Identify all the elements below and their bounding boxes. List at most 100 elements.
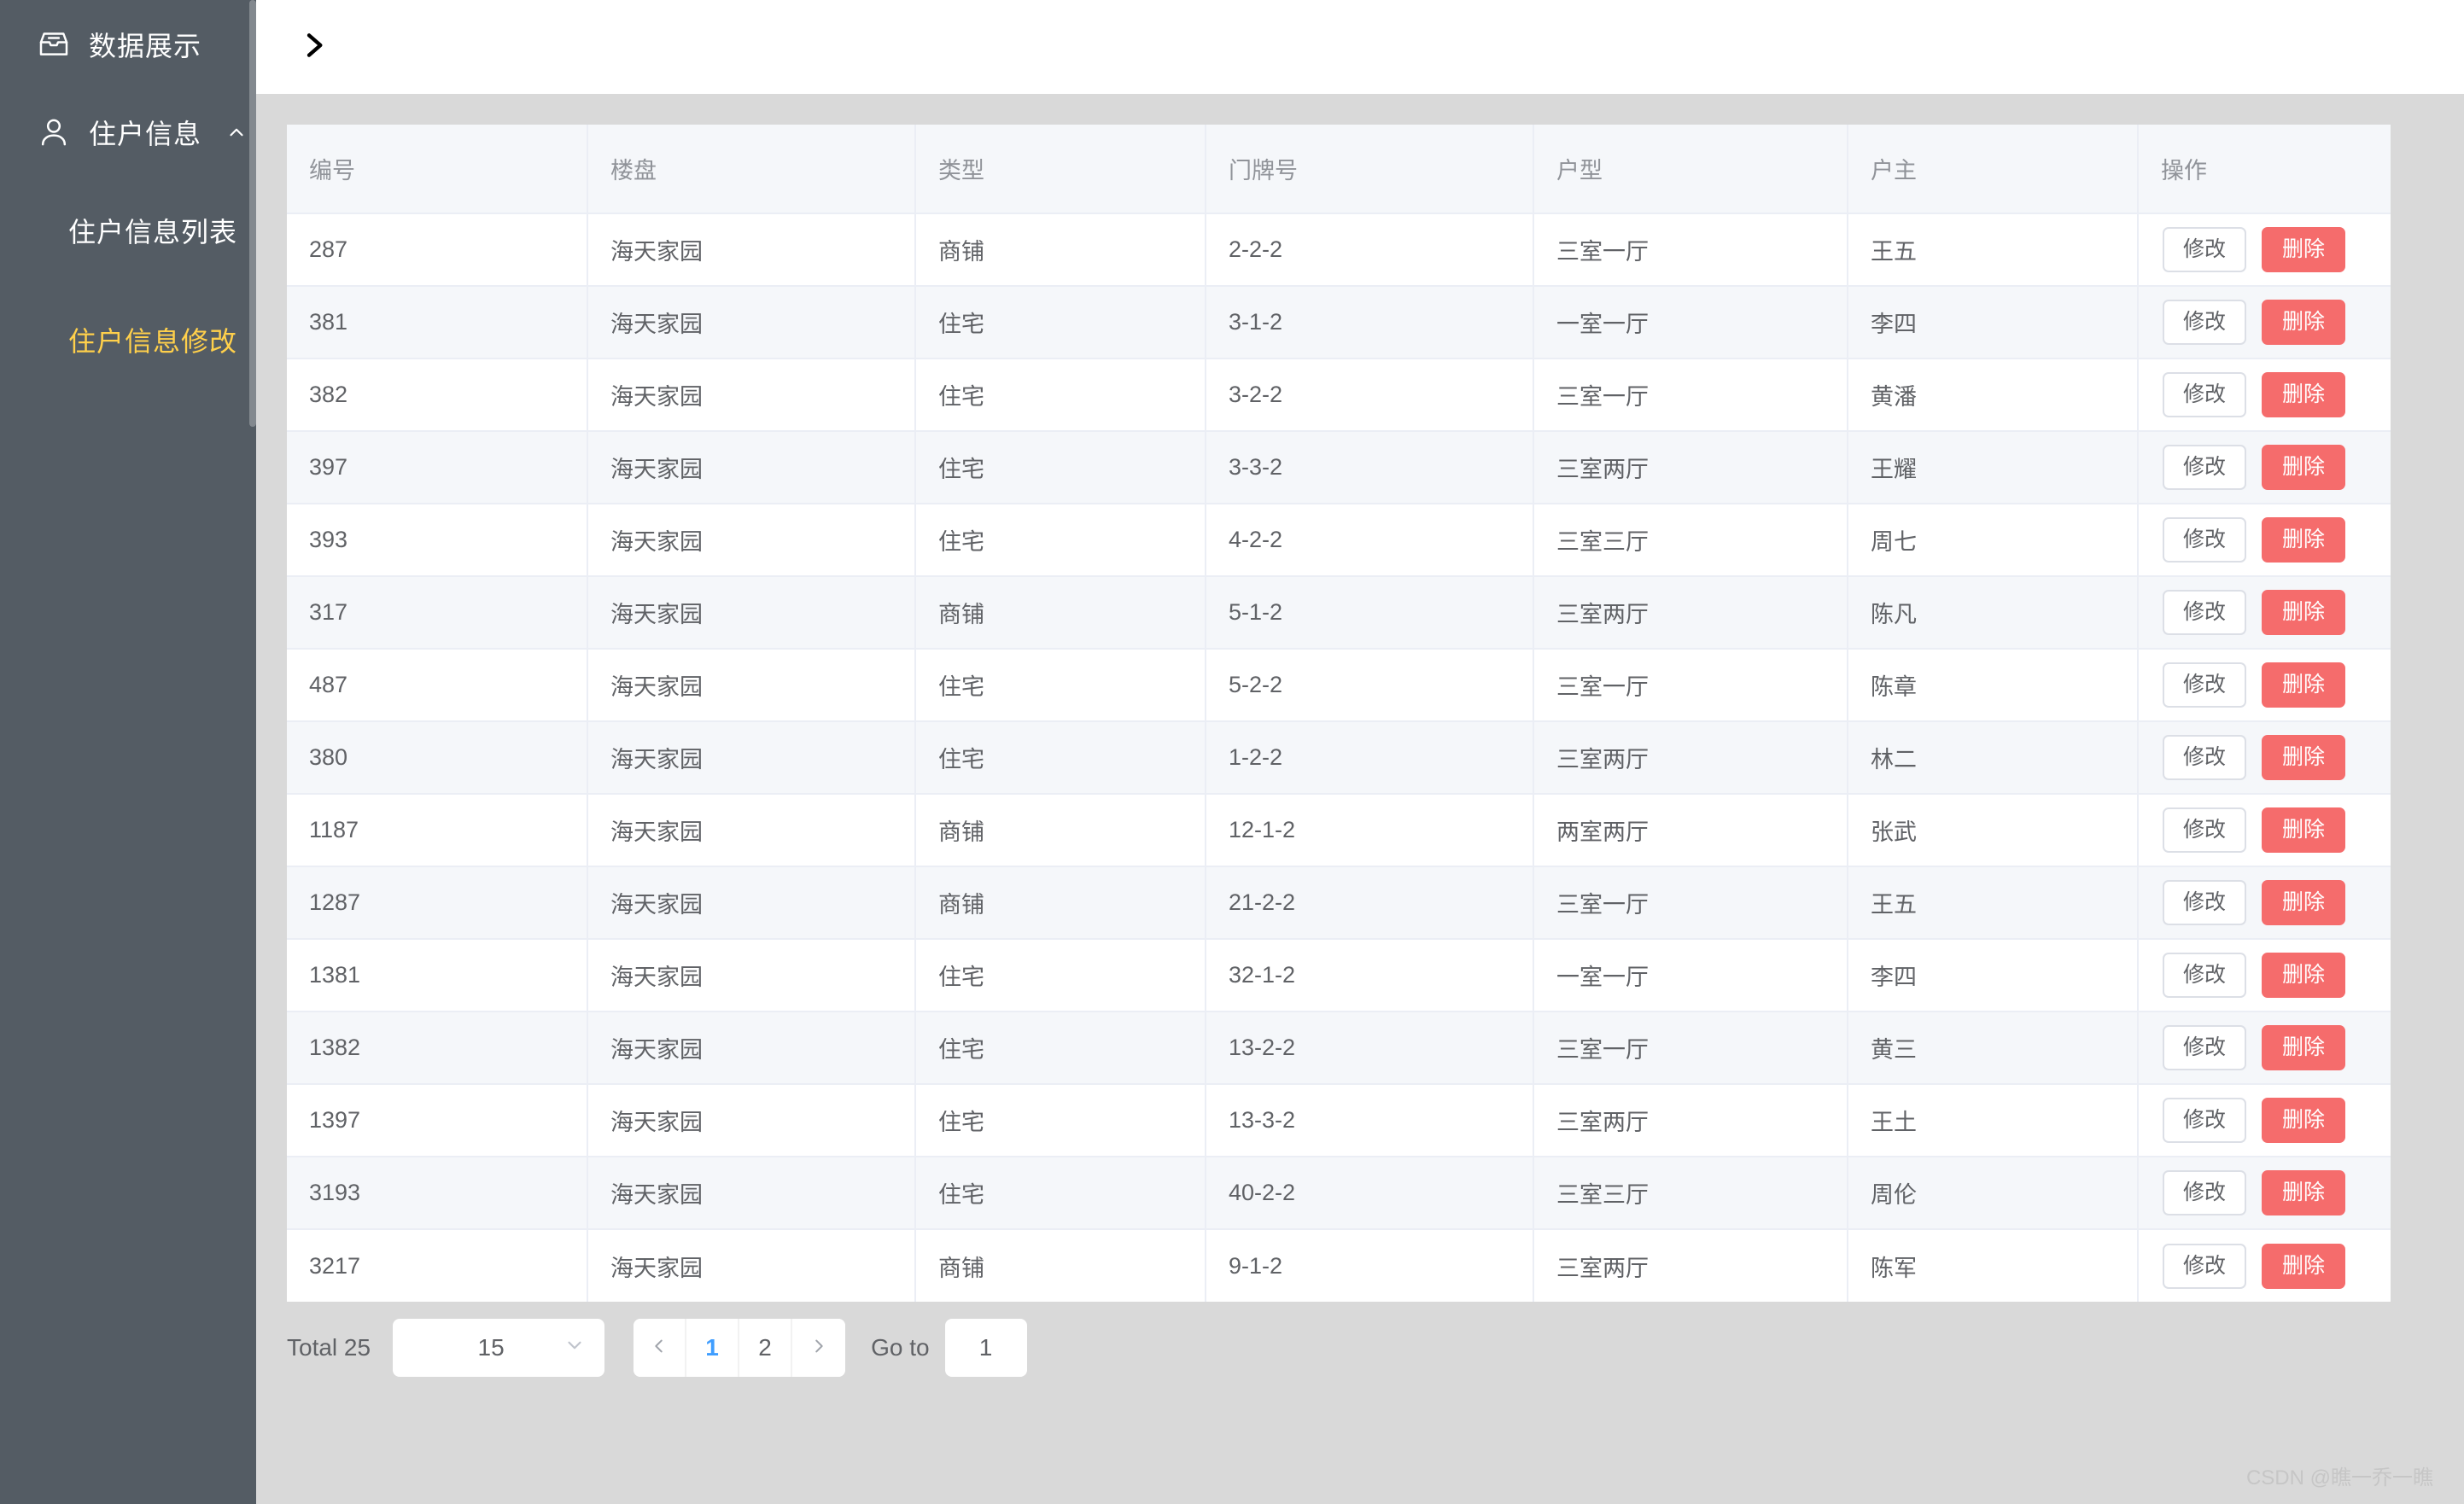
main-area: 编号 楼盘 类型 门牌号 户型 户主 操作 287 海天家园 商铺 2-2-2 三室一厅… bbox=[256, 0, 2464, 1504]
row-action-group: 修改 删除 bbox=[2161, 300, 2391, 345]
table-row[interactable]: 382 海天家园 住宅 3-2-2 三室一厅 黄潘 修改 删除 bbox=[287, 359, 2391, 432]
cell-owner: 周七 bbox=[1848, 504, 2139, 577]
pager-page-2[interactable]: 2 bbox=[739, 1319, 793, 1377]
edit-button[interactable]: 修改 bbox=[2163, 953, 2247, 998]
cell-estate: 海天家园 bbox=[587, 213, 916, 287]
pager-page-1[interactable]: 1 bbox=[686, 1319, 740, 1377]
table-row[interactable]: 287 海天家园 商铺 2-2-2 三室一厅 王五 修改 删除 bbox=[287, 213, 2391, 287]
delete-button[interactable]: 删除 bbox=[2262, 807, 2346, 853]
cell-door: 1-2-2 bbox=[1206, 721, 1534, 795]
delete-button[interactable]: 删除 bbox=[2262, 1243, 2346, 1289]
cell-id: 397 bbox=[287, 431, 588, 504]
delete-button[interactable]: 删除 bbox=[2262, 590, 2346, 635]
cell-layout: 三室一厅 bbox=[1533, 866, 1848, 940]
delete-button[interactable]: 删除 bbox=[2262, 372, 2346, 417]
column-header-layout[interactable]: 户型 bbox=[1533, 125, 1848, 214]
delete-button[interactable]: 删除 bbox=[2262, 227, 2346, 272]
delete-button[interactable]: 删除 bbox=[2262, 662, 2346, 708]
column-header-door[interactable]: 门牌号 bbox=[1206, 125, 1534, 214]
pager-next-button[interactable] bbox=[792, 1319, 846, 1377]
column-header-estate[interactable]: 楼盘 bbox=[587, 125, 916, 214]
table-row[interactable]: 1381 海天家园 住宅 32-1-2 一室一厅 李四 修改 删除 bbox=[287, 939, 2391, 1012]
table-row[interactable]: 3193 海天家园 住宅 40-2-2 三室三厅 周伦 修改 删除 bbox=[287, 1157, 2391, 1230]
inbox-icon bbox=[34, 25, 73, 64]
sidebar-item-resident-edit[interactable]: 住户信息修改 bbox=[0, 285, 256, 394]
row-action-group: 修改 删除 bbox=[2161, 372, 2391, 417]
edit-button[interactable]: 修改 bbox=[2163, 662, 2247, 708]
edit-button[interactable]: 修改 bbox=[2163, 1098, 2247, 1143]
cell-door: 40-2-2 bbox=[1206, 1157, 1534, 1230]
cell-door: 13-2-2 bbox=[1206, 1011, 1534, 1085]
row-action-group: 修改 删除 bbox=[2161, 517, 2391, 563]
cell-type: 商铺 bbox=[915, 1229, 1206, 1302]
delete-button[interactable]: 删除 bbox=[2262, 445, 2346, 490]
edit-button[interactable]: 修改 bbox=[2163, 227, 2247, 272]
jump-page-input[interactable] bbox=[944, 1319, 1027, 1377]
edit-button[interactable]: 修改 bbox=[2163, 807, 2247, 853]
content-area: 编号 楼盘 类型 门牌号 户型 户主 操作 287 海天家园 商铺 2-2-2 三室一厅… bbox=[256, 94, 2464, 1504]
column-header-type[interactable]: 类型 bbox=[915, 125, 1206, 214]
app-root: 数据展示 住户信息 住户信息列表 住户信息修改 编号 楼盘 类型 门牌号 户型 … bbox=[0, 0, 2464, 1504]
row-action-group: 修改 删除 bbox=[2161, 662, 2391, 708]
table-row[interactable]: 381 海天家园 住宅 3-1-2 一室一厅 李四 修改 删除 bbox=[287, 286, 2391, 359]
edit-button[interactable]: 修改 bbox=[2163, 880, 2247, 925]
page-size-select[interactable]: 15 bbox=[393, 1319, 605, 1377]
cell-type: 商铺 bbox=[915, 213, 1206, 287]
edit-button[interactable]: 修改 bbox=[2163, 517, 2247, 563]
cell-id: 487 bbox=[287, 649, 588, 722]
cell-door: 3-1-2 bbox=[1206, 286, 1534, 359]
sidebar-item-data-display[interactable]: 数据展示 bbox=[0, 0, 256, 88]
table-row[interactable]: 393 海天家园 住宅 4-2-2 三室三厅 周七 修改 删除 bbox=[287, 504, 2391, 577]
column-header-operations[interactable]: 操作 bbox=[2138, 125, 2391, 214]
edit-button[interactable]: 修改 bbox=[2163, 1025, 2247, 1070]
cell-type: 商铺 bbox=[915, 866, 1206, 940]
delete-button[interactable]: 删除 bbox=[2262, 735, 2346, 780]
delete-button[interactable]: 删除 bbox=[2262, 1098, 2346, 1143]
edit-button[interactable]: 修改 bbox=[2163, 300, 2247, 345]
table-row[interactable]: 3217 海天家园 商铺 9-1-2 三室两厅 陈军 修改 删除 bbox=[287, 1229, 2391, 1302]
delete-button[interactable]: 删除 bbox=[2262, 1025, 2346, 1070]
edit-button[interactable]: 修改 bbox=[2163, 590, 2247, 635]
cell-estate: 海天家园 bbox=[587, 1229, 916, 1302]
table-row[interactable]: 1287 海天家园 商铺 21-2-2 三室一厅 王五 修改 删除 bbox=[287, 866, 2391, 940]
table-row[interactable]: 487 海天家园 住宅 5-2-2 三室一厅 陈章 修改 删除 bbox=[287, 649, 2391, 722]
cell-operations: 修改 删除 bbox=[2138, 794, 2391, 867]
edit-button[interactable]: 修改 bbox=[2163, 735, 2247, 780]
table-row[interactable]: 317 海天家园 商铺 5-1-2 三室两厅 陈凡 修改 删除 bbox=[287, 576, 2391, 650]
sidebar-scrollbar[interactable] bbox=[249, 0, 256, 1504]
delete-button[interactable]: 删除 bbox=[2262, 1170, 2346, 1215]
cell-door: 2-2-2 bbox=[1206, 213, 1534, 287]
cell-door: 13-3-2 bbox=[1206, 1084, 1534, 1157]
table-row[interactable]: 380 海天家园 住宅 1-2-2 三室两厅 林二 修改 删除 bbox=[287, 721, 2391, 795]
sidebar-item-resident-info[interactable]: 住户信息 bbox=[0, 88, 256, 176]
cell-type: 住宅 bbox=[915, 1157, 1206, 1230]
sidebar-collapse-toggle[interactable] bbox=[290, 24, 336, 70]
cell-owner: 张武 bbox=[1848, 794, 2139, 867]
sidebar-scrollbar-thumb[interactable] bbox=[249, 0, 256, 427]
table-row[interactable]: 397 海天家园 住宅 3-3-2 三室两厅 王耀 修改 删除 bbox=[287, 431, 2391, 504]
pager-prev-button[interactable] bbox=[634, 1319, 687, 1377]
edit-button[interactable]: 修改 bbox=[2163, 1243, 2247, 1289]
delete-button[interactable]: 删除 bbox=[2262, 880, 2346, 925]
table-row[interactable]: 1382 海天家园 住宅 13-2-2 三室一厅 黄三 修改 删除 bbox=[287, 1011, 2391, 1085]
chevron-up-icon bbox=[224, 120, 249, 145]
pagination-total: Total 25 bbox=[287, 1334, 371, 1361]
cell-operations: 修改 删除 bbox=[2138, 286, 2391, 359]
delete-button[interactable]: 删除 bbox=[2262, 300, 2346, 345]
table-row[interactable]: 1187 海天家园 商铺 12-1-2 两室两厅 张武 修改 删除 bbox=[287, 794, 2391, 867]
sidebar-item-resident-list[interactable]: 住户信息列表 bbox=[0, 176, 256, 285]
edit-button[interactable]: 修改 bbox=[2163, 1170, 2247, 1215]
table-row[interactable]: 1397 海天家园 住宅 13-3-2 三室两厅 王土 修改 删除 bbox=[287, 1084, 2391, 1157]
row-action-group: 修改 删除 bbox=[2161, 445, 2391, 490]
edit-button[interactable]: 修改 bbox=[2163, 445, 2247, 490]
delete-button[interactable]: 删除 bbox=[2262, 953, 2346, 998]
column-header-owner[interactable]: 户主 bbox=[1848, 125, 2139, 214]
cell-layout: 一室一厅 bbox=[1533, 939, 1848, 1012]
delete-button[interactable]: 删除 bbox=[2262, 517, 2346, 563]
edit-button[interactable]: 修改 bbox=[2163, 372, 2247, 417]
cell-estate: 海天家园 bbox=[587, 939, 916, 1012]
cell-operations: 修改 删除 bbox=[2138, 1157, 2391, 1230]
cell-id: 382 bbox=[287, 359, 588, 432]
column-header-id[interactable]: 编号 bbox=[287, 125, 588, 214]
cell-type: 商铺 bbox=[915, 576, 1206, 650]
